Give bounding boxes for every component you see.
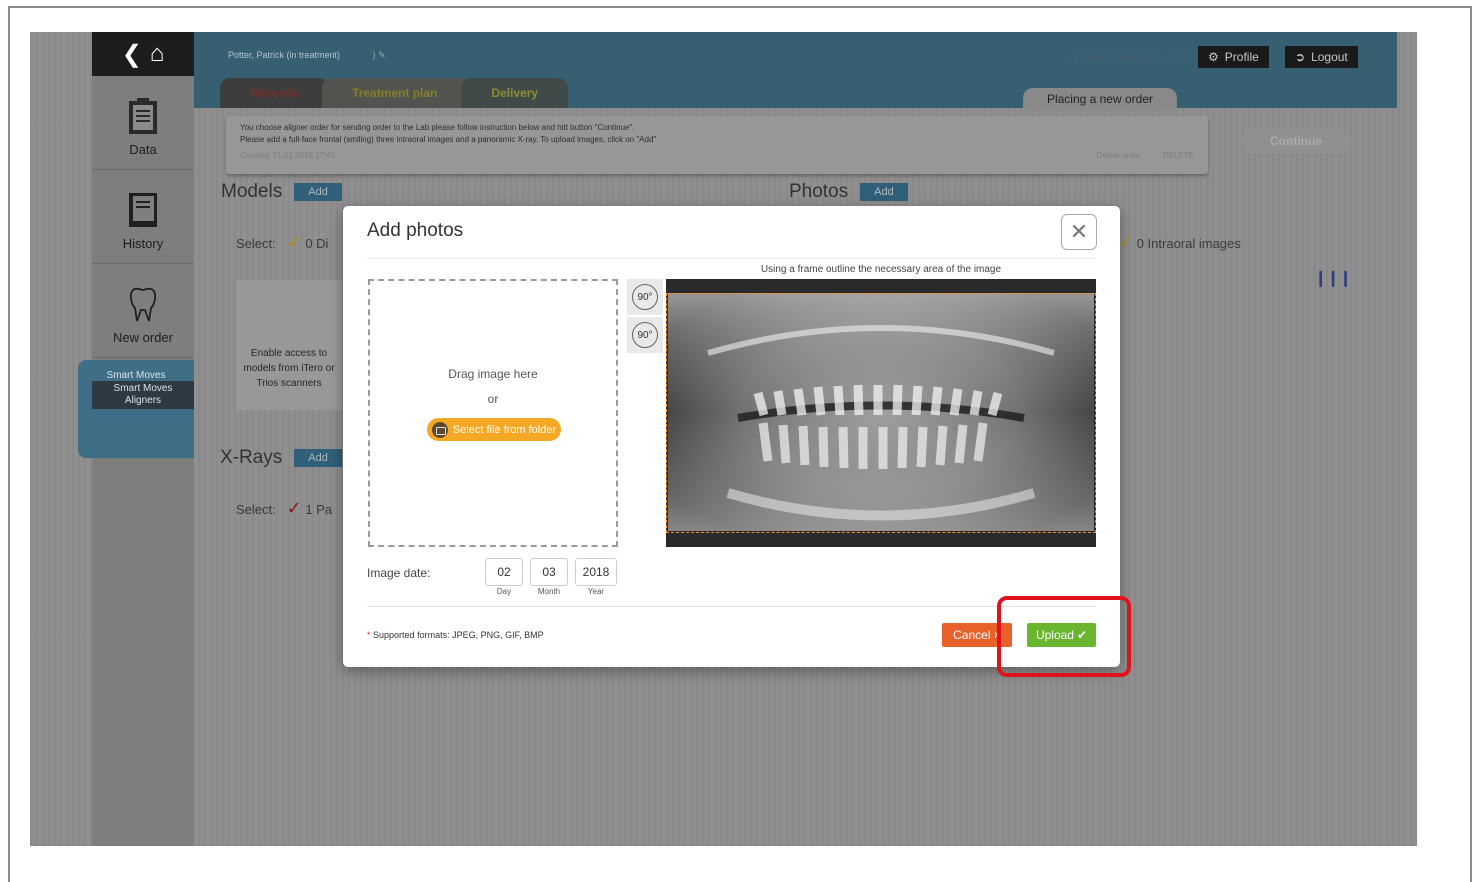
edit-pencil-icon[interactable]: ) ✎ [373,50,386,60]
book-icon [129,193,157,227]
profile-button[interactable]: ⚙ Profile [1198,46,1269,68]
check-icon: ✓ [286,232,302,252]
xrays-title: X-Rays [220,447,283,468]
crop-frame[interactable] [666,293,1096,533]
upload-highlight-box [997,596,1131,677]
smart-aligners-line2: Aligners [124,395,162,406]
close-icon[interactable]: ✕ [1061,214,1097,250]
logout-icon: ➲ [1295,50,1306,64]
models-count[interactable]: 0 Di [305,236,328,251]
select-file-label: Select file from folder [452,423,557,436]
home-icon[interactable]: ⌂ [150,40,165,68]
smart-moves-aligners[interactable]: Smart Moves Aligners [92,381,194,409]
photos-count[interactable]: 0 Intraoral images [1137,236,1241,251]
sidebar-item-history[interactable]: History [92,170,194,264]
cancel-label: Cancel [953,628,991,642]
order-id-link[interactable]: Order SNQWQ [92,409,194,423]
continue-button[interactable]: Continue [1240,128,1352,154]
top-bar: Potter, Patrick (in treatment) ) ✎ @grea… [194,32,1397,110]
add-photos-button[interactable]: Add [860,183,908,201]
month-caption: Month [537,587,561,596]
modal-title: Add photos [367,220,464,241]
photos-title: Photos [789,181,849,202]
tab-records[interactable]: Records [220,78,329,108]
year-input[interactable]: 2018 [575,558,617,586]
delete-order-label: Delete order [1096,151,1141,160]
patient-name-text: Potter, Patrick (in treatment) [228,50,341,60]
check-icon: ✓ [286,498,302,518]
instruction-notice: You choose aligner order for sending ord… [226,116,1208,174]
models-section-header: Models Add [221,181,342,203]
xrays-count[interactable]: 1 Pa [305,502,332,517]
models-select: Select: ✓ 0 Di [236,232,328,253]
sidebar-top: ❮ ⌂ [92,32,194,76]
rotate-clockwise-button[interactable]: 90° [627,279,663,315]
add-xrays-button[interactable]: Add [294,449,342,467]
sidebar-item-new-order[interactable]: New order [92,264,194,358]
smart-moves-label: Smart Moves [106,370,166,381]
formats-text: Supported formats: JPEG, PNG, GIF, BMP [373,630,544,640]
supported-formats: * Supported formats: JPEG, PNG, GIF, BMP [367,630,544,640]
smart-moves-panel[interactable]: Smart Moves Smart Moves Aligners Order S… [78,360,194,458]
rotate-cw-icon: 90° [632,284,658,310]
tooth-icon [129,287,157,322]
logout-label: Logout [1311,50,1348,64]
tab-delivery[interactable]: Delivery [461,78,569,108]
photos-section-header: Photos Add [789,181,908,203]
sidebar-item-label: Data [129,142,157,157]
sidebar-item-data[interactable]: Data [92,76,194,170]
delete-order-area: Delete order DELETE [1097,150,1194,162]
sidebar-item-label: History [122,236,164,251]
itero-access-card[interactable]: Enable access to models from iTero or Tr… [236,280,342,410]
notice-line-1: You choose aligner order for sending ord… [240,123,635,132]
barcode-icon[interactable]: ❙❙❙ [1314,268,1352,288]
drag-image-text: Drag image here [448,367,538,381]
rotate-ccw-icon: 90° [632,322,658,348]
gear-icon: ⚙ [1208,50,1219,64]
xrays-select: Select: ✓ 1 Pa [236,498,332,519]
notice-line-2: Please add a full-face frontal (smiling)… [240,135,657,144]
or-text: or [487,392,499,406]
select-file-button[interactable]: Select file from folder [427,418,561,441]
patient-separator: ) [372,50,376,60]
xrays-section-header: X-Rays Add [220,447,342,469]
photos-select: ✓ 0 Intraoral images [1118,232,1241,253]
image-date-label: Image date: [367,566,431,580]
check-icon: ✓ [1118,232,1134,252]
modal-divider [367,258,1096,259]
crop-caption: Using a frame outline the necessary area… [760,264,1002,275]
month-input[interactable]: 03 [530,558,568,586]
profile-label: Profile [1224,50,1259,64]
created-date: Created: 21.01.2018 17:41 [240,151,336,160]
models-title: Models [221,181,283,202]
rotate-counterclockwise-button[interactable]: 90° [627,317,663,353]
day-input[interactable]: 02 [485,558,523,586]
select-label: Select: [236,236,276,251]
select-label: Select: [236,502,276,517]
year-caption: Year [587,587,605,596]
image-dropzone[interactable]: Drag image here or Select file from fold… [368,279,618,547]
tab-placing-order[interactable]: Placing a new order [1022,88,1177,110]
logout-button[interactable]: ➲ Logout [1285,46,1358,68]
sidebar-item-label: New order [113,330,173,345]
add-models-button[interactable]: Add [294,183,342,201]
notice-footer: Created: 21.01.2018 17:41 Delete order D… [240,150,1194,162]
delete-order-button[interactable]: DELETE [1163,151,1194,160]
record-tabs: Records Treatment plan Delivery [220,78,569,108]
crop-area [666,279,1096,547]
patient-name: Potter, Patrick (in treatment) ) ✎ [228,50,386,61]
back-icon[interactable]: ❮ [122,40,142,69]
image-icon [431,421,448,438]
modal-footer-divider [367,606,1096,607]
account-email: @greatlakesortho.com [1068,50,1189,64]
tab-treatment-plan[interactable]: Treatment plan [322,78,468,108]
day-caption: Day [496,587,512,596]
smart-aligners-line1: Smart Moves [113,383,173,394]
required-star: * [367,630,371,640]
clipboard-icon [129,98,157,134]
